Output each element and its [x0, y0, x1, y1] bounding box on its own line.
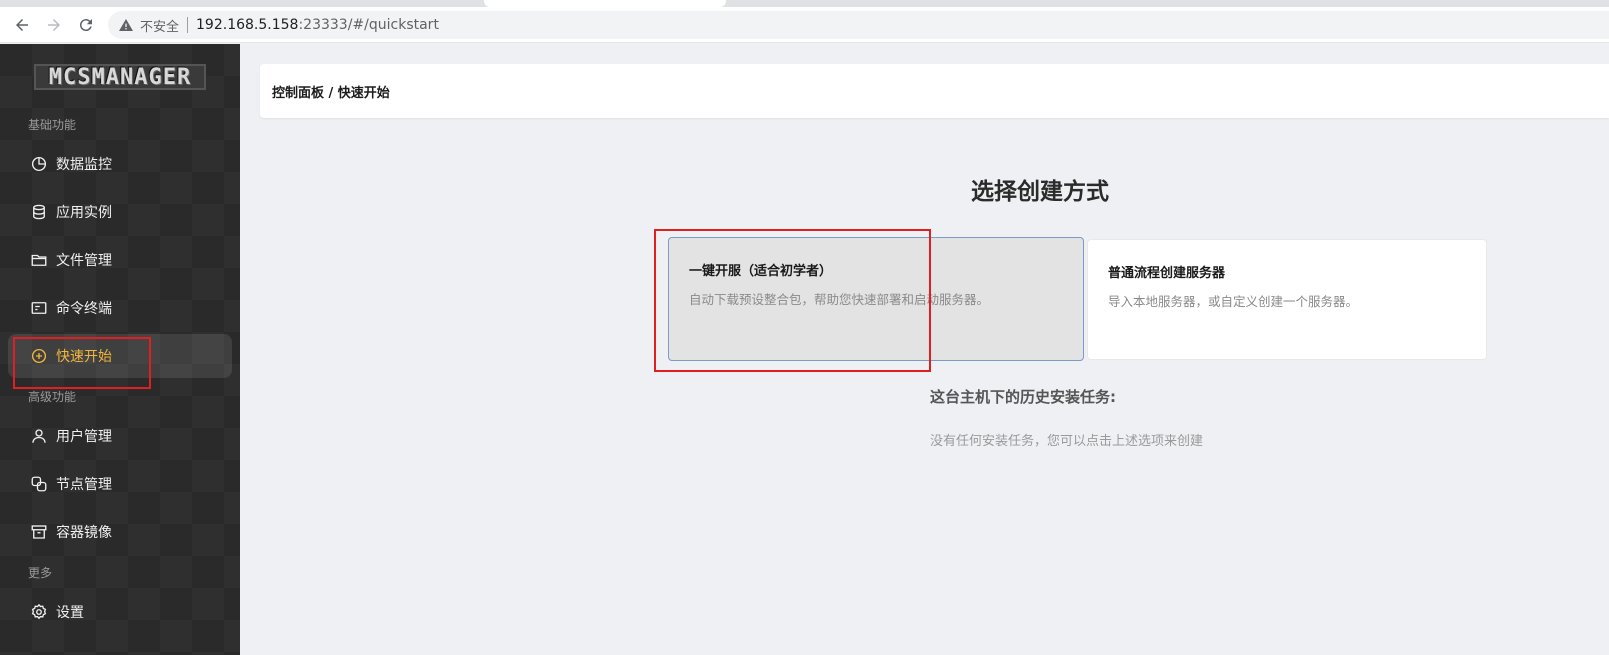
section-label-advanced: 高级功能 — [28, 390, 77, 404]
terminal-icon — [31, 302, 47, 314]
sidebar-item-label: 设置 — [56, 605, 84, 621]
sidebar-item-label: 数据监控 — [56, 157, 112, 173]
sidebar-item-files[interactable]: 文件管理 — [8, 238, 232, 282]
sidebar-item-settings[interactable]: 设置 — [8, 590, 232, 634]
warning-triangle-icon — [119, 19, 133, 31]
browser-toolbar: 不安全 192.168.5.158:23333/#/quickstart — [0, 7, 1609, 43]
url-host: 192.168.5.158 — [196, 17, 299, 33]
arrow-left-icon — [16, 19, 28, 31]
sidebar-item-nodes[interactable]: 节点管理 — [8, 462, 232, 506]
gear-icon — [31, 603, 47, 620]
sidebar-item-users[interactable]: 用户管理 — [8, 414, 232, 458]
forward-button[interactable] — [42, 13, 66, 37]
folder-icon — [31, 254, 47, 266]
sidebar-item-label: 用户管理 — [56, 429, 112, 445]
sidebar-item-label: 应用实例 — [56, 205, 112, 221]
option-description: 导入本地服务器，或自定义创建一个服务器。 — [1108, 294, 1359, 309]
archive-icon — [31, 525, 47, 539]
option-description: 自动下载预设整合包，帮助您快速部署和启动服务器。 — [689, 292, 990, 307]
security-status[interactable]: 不安全 — [140, 16, 179, 35]
sidebar-item-images[interactable]: 容器镜像 — [8, 510, 232, 554]
tab-inactive-left[interactable] — [0, 0, 484, 7]
sidebar-item-label: 文件管理 — [56, 253, 112, 269]
sidebar-item-instances[interactable]: 应用实例 — [8, 190, 232, 234]
sidebar: MCSMANAGER 基础功能 数据监控 应用实例 文件管理 命令终端 快速开始… — [0, 44, 240, 655]
sidebar-item-data-monitor[interactable]: 数据监控 — [8, 142, 232, 186]
tab-active[interactable] — [484, 0, 726, 7]
page-title: 选择创建方式 — [971, 179, 1109, 205]
user-icon — [32, 429, 46, 443]
back-button[interactable] — [10, 13, 34, 37]
breadcrumb-text[interactable]: 控制面板 / 快速开始 — [272, 82, 390, 101]
pie-chart-icon — [31, 156, 47, 172]
sidebar-item-terminal[interactable]: 命令终端 — [8, 286, 232, 330]
history-empty-text: 没有任何安装任务，您可以点击上述选项来创建 — [930, 434, 1204, 449]
history-title: 这台主机下的历史安装任务: — [930, 388, 1116, 406]
sidebar-item-label: 命令终端 — [56, 301, 112, 317]
sidebar-item-label: 节点管理 — [56, 477, 112, 493]
url-path: :23333/#/quickstart — [298, 17, 439, 33]
sidebar-item-label: 容器镜像 — [56, 525, 112, 541]
sidebar-item-label: 快速开始 — [56, 349, 112, 365]
tab-strip — [0, 0, 1609, 7]
section-label-more: 更多 — [28, 566, 53, 580]
breadcrumb: 控制面板 / 快速开始 — [260, 64, 1609, 118]
reload-button[interactable] — [74, 13, 98, 37]
reload-icon — [79, 19, 92, 32]
option-card-standard[interactable]: 普通流程创建服务器 导入本地服务器，或自定义创建一个服务器。 — [1087, 239, 1487, 360]
address-bar[interactable]: 不安全 192.168.5.158:23333/#/quickstart — [108, 11, 1609, 39]
address-divider — [187, 17, 189, 33]
nodes-icon — [31, 476, 47, 492]
tab-inactive-right[interactable] — [726, 0, 1609, 7]
section-label-basic: 基础功能 — [28, 118, 77, 132]
arrow-right-icon — [48, 19, 60, 31]
option-card-one-click[interactable]: 一键开服（适合初学者） 自动下载预设整合包，帮助您快速部署和启动服务器。 — [668, 237, 1084, 361]
option-title: 一键开服（适合初学者） — [689, 264, 833, 279]
app-logo[interactable]: MCSMANAGER — [34, 64, 206, 90]
sidebar-item-quickstart[interactable]: 快速开始 — [8, 334, 232, 378]
database-icon — [33, 204, 45, 220]
option-title: 普通流程创建服务器 — [1108, 266, 1226, 281]
plus-circle-icon — [31, 348, 47, 364]
